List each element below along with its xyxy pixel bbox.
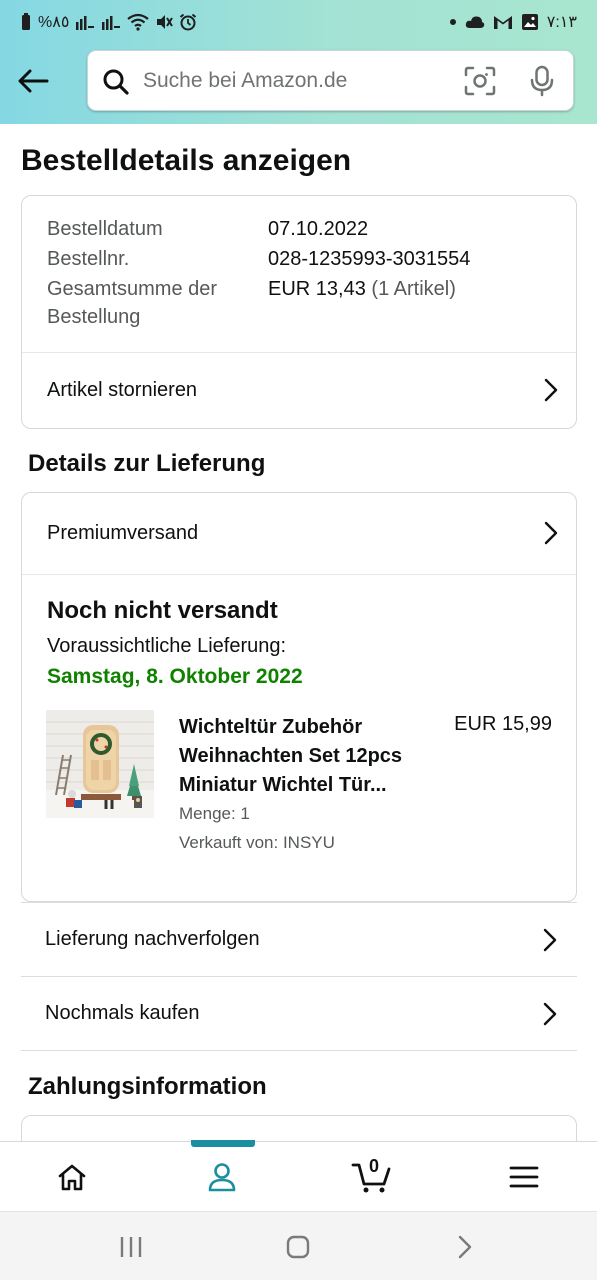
order-total-amount: EUR 13,43 (268, 278, 366, 300)
cancel-items-label: Artikel stornieren (47, 378, 198, 401)
search-icon (103, 69, 129, 95)
shipping-method-row[interactable]: Premiumversand (22, 493, 576, 573)
battery-icon (22, 13, 30, 30)
order-date-label: Bestelldatum (47, 218, 163, 240)
search-input[interactable] (143, 51, 443, 110)
battery-percent: %٨٥ (38, 14, 70, 31)
order-total-value: EUR 13,43 (1 Artikel) (268, 278, 456, 301)
system-navigation-bar (0, 1211, 597, 1280)
track-delivery-label: Lieferung nachverfolgen (45, 928, 260, 950)
chevron-right-icon (543, 928, 557, 951)
home-icon (58, 1164, 86, 1191)
account-icon (208, 1163, 236, 1192)
delivery-card: Premiumversand Noch nicht versandt Vorau… (21, 492, 577, 902)
cancel-items-row[interactable]: Artikel stornieren (22, 353, 576, 427)
back-system-button[interactable] (445, 1230, 485, 1264)
product-price: EUR 15,99 (454, 713, 552, 735)
nav-cart[interactable] (322, 1142, 422, 1212)
gmail-icon (493, 16, 512, 29)
status-right: ٧:١٣ (449, 12, 577, 32)
signal-icon (76, 16, 95, 30)
cloud-icon (465, 16, 485, 28)
payment-section-title: Zahlungsinformation (28, 1073, 267, 1100)
delivery-section-title: Details zur Lieferung (28, 450, 266, 477)
order-summary-card: Bestelldatum 07.10.2022 Bestellnr. 028-1… (21, 195, 577, 429)
order-number-value: 028-1235993-3031554 (268, 248, 471, 270)
order-total-label-line1: Gesamtsumme der (47, 278, 218, 300)
recent-apps-button[interactable] (111, 1230, 151, 1264)
search-bar[interactable] (87, 50, 574, 111)
chevron-right-icon (544, 378, 558, 402)
home-system-button[interactable] (278, 1230, 318, 1264)
product-image[interactable] (46, 710, 154, 818)
chevron-right-icon (458, 1235, 472, 1259)
buy-again-label: Nochmals kaufen (45, 1002, 200, 1024)
expected-delivery-label: Voraussichtliche Lieferung: (47, 635, 287, 657)
status-left: %٨٥ (20, 12, 197, 32)
chevron-right-icon (543, 1002, 557, 1025)
product-name[interactable]: Wichteltür Zubehör Weihnachten Set 12pcs… (179, 713, 429, 800)
page-title: Bestelldetails anzeigen (21, 144, 352, 177)
cart-count-badge: 0 (369, 1156, 380, 1176)
bottom-navigation (0, 1140, 597, 1212)
nav-account[interactable] (172, 1142, 272, 1212)
home-square-icon (286, 1235, 310, 1259)
nav-menu[interactable] (474, 1142, 574, 1212)
buy-again-row[interactable]: Nochmals kaufen (21, 976, 577, 1051)
wifi-icon (127, 13, 150, 31)
mute-icon (157, 15, 174, 29)
recent-apps-icon (120, 1237, 142, 1257)
order-number-label: Bestellnr. (47, 248, 130, 270)
status-bar: %٨٥ ٧:١٣ (0, 0, 597, 44)
microphone-icon[interactable] (528, 65, 556, 97)
clock: ٧:١٣ (546, 14, 577, 31)
product-quantity: Menge: 1 (179, 804, 250, 823)
dot-icon (449, 19, 456, 25)
alarm-icon (180, 13, 197, 31)
order-date-value: 07.10.2022 (268, 218, 369, 240)
track-delivery-row[interactable]: Lieferung nachverfolgen (21, 902, 577, 976)
back-arrow-icon (18, 69, 49, 93)
order-total-label: Gesamtsumme der Bestellung (47, 278, 217, 333)
back-button[interactable] (14, 62, 52, 100)
gallery-icon (521, 14, 538, 30)
expected-delivery-date: Samstag, 8. Oktober 2022 (47, 665, 303, 688)
product-image-graphic (46, 710, 154, 818)
camera-scan-icon[interactable] (464, 66, 496, 96)
signal-icon-2 (102, 16, 121, 30)
shipping-method-label: Premiumversand (47, 521, 199, 544)
order-total-items: (1 Artikel) (371, 278, 456, 300)
nav-home[interactable] (22, 1142, 122, 1212)
chevron-right-icon (544, 521, 558, 545)
order-total-label-line2: Bestellung (47, 306, 141, 328)
header-bar: %٨٥ ٧:١٣ (0, 0, 597, 124)
menu-icon (509, 1166, 539, 1188)
shipment-status: Noch nicht versandt (47, 597, 278, 624)
product-seller: Verkauft von: INSYU (179, 833, 335, 852)
divider (22, 574, 576, 575)
